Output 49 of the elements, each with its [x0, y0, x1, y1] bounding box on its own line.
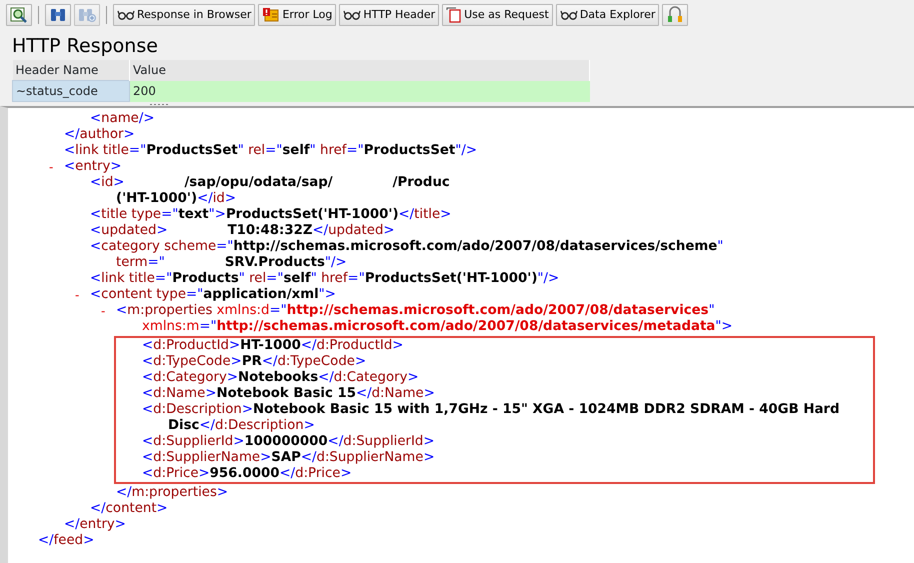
toolbar-button[interactable]: HTTP Header: [339, 4, 440, 26]
xml-line: <link title="Products" rel="self" href="ProductsSet('HT-1000')"/>: [90, 271, 560, 287]
xml-line: <d:Category>Notebooks</d:Category>: [142, 370, 419, 386]
xml-line: <content type="application/xml">: [90, 287, 336, 303]
xml-line: ('HT-1000')</id>: [116, 191, 236, 207]
xml-line: <d:Name>Notebook Basic 15</d:Name>: [142, 386, 435, 402]
glasses-icon: [560, 8, 578, 22]
xml-line: <d:SupplierName>SAP</d:SupplierName>: [142, 450, 435, 466]
xml-line: </author>: [64, 127, 135, 143]
xml-line: </content>: [90, 501, 168, 517]
table-cell: ~status_code: [12, 80, 130, 102]
collapse-toggle[interactable]: -: [101, 303, 116, 319]
collapse-toggle[interactable]: -: [49, 159, 64, 175]
xml-line: <title type="text">ProductsSet('HT-1000')</title>: [90, 207, 452, 223]
xml-line: </feed>: [38, 533, 94, 549]
toolbar-button[interactable]: Use as Request: [442, 4, 553, 26]
collapse-toggle[interactable]: -: [75, 287, 90, 303]
glasses-icon: [343, 8, 362, 22]
xml-line: <updated> T10:48:32Z</updated>: [90, 223, 395, 239]
document-icon: [446, 7, 462, 23]
glasses-icon: [117, 8, 135, 22]
xml-line: </entry>: [64, 517, 126, 533]
xml-line: <d:TypeCode>PR</d:TypeCode>: [142, 354, 366, 370]
exchange-icon[interactable]: [662, 4, 688, 26]
xml-line: <category scheme="http://schemas.microsoft.com/ado/2007/08/dataservices/scheme": [90, 239, 724, 255]
splitter-grip[interactable]: [150, 103, 170, 106]
xml-line: <d:SupplierId>100000000</d:SupplierId>: [142, 434, 435, 450]
display-icon[interactable]: [6, 4, 32, 26]
xml-line: Disc</d:Description>: [168, 418, 315, 434]
xml-line: <d:ProductId>HT-1000</d:ProductId>: [142, 338, 404, 354]
column-header: Header Name: [12, 60, 130, 80]
xml-line: <link title="ProductsSet" rel="self" href="ProductsSet"/>: [64, 143, 478, 159]
error-log-icon: [262, 7, 280, 23]
toolbar-button[interactable]: Response in Browser: [113, 4, 256, 26]
xml-line: </m:properties>: [116, 485, 228, 501]
toolbar-button[interactable]: Error Log: [258, 4, 336, 26]
binoculars-icon[interactable]: [45, 4, 71, 26]
xml-line: <d:Description>Notebook Basic 15 with 1,7GHz - 15" XGA - 1024MB DDR2 SDRAM - 40GB Hard: [142, 402, 840, 418]
xml-line: <name/>: [90, 111, 154, 127]
xml-line: <m:properties xmlns:d="http://schemas.microsoft.com/ado/2007/08/dataservices": [116, 303, 715, 319]
xml-line: term=" SRV.Products"/>: [116, 255, 347, 271]
xml-line: <entry>: [64, 159, 122, 175]
toolbar-button[interactable]: Data Explorer: [556, 4, 660, 26]
page-title: HTTP Response: [11, 34, 159, 59]
column-header: Value: [130, 60, 590, 80]
xml-line: <id> /sap/opu/odata/sap/ /Produc: [90, 175, 450, 191]
xml-line: xmlns:m="http://schemas.microsoft.com/ado/2007/08/dataservices/metadata">: [142, 319, 733, 335]
xml-line: <d:Price>956.0000</d:Price>: [142, 466, 352, 482]
table-cell: 200: [130, 80, 590, 102]
